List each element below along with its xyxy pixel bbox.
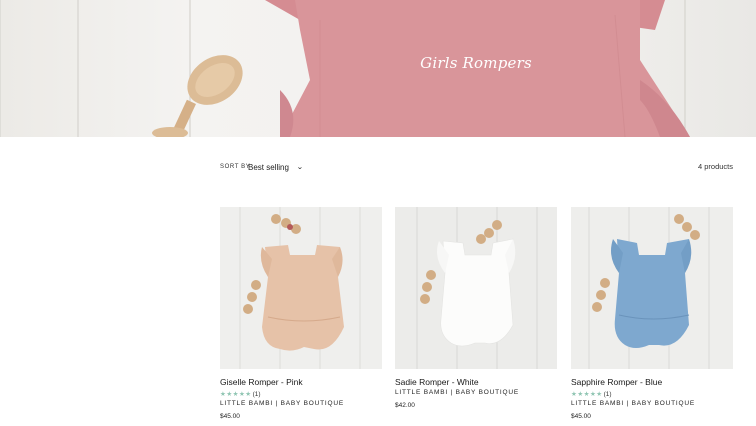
product-title[interactable]: Sapphire Romper - Blue	[571, 377, 733, 387]
review-count: (1)	[603, 390, 612, 398]
romper-pink-image	[220, 207, 382, 369]
sort-by-label: SORT BY	[220, 164, 251, 170]
sort-selected-value: Best selling	[248, 162, 289, 172]
product-rating: ★★★★★ (1)	[220, 390, 382, 399]
product-image[interactable]	[395, 207, 557, 369]
product-price: $45.00	[220, 413, 240, 420]
product-card[interactable]: Giselle Romper - Pink ★★★★★ (1) LITTLE B…	[220, 207, 382, 420]
sort-dropdown[interactable]: Best selling ⌄	[248, 160, 303, 174]
collection-toolbar: SORT BY Best selling ⌄ 4 products	[220, 160, 733, 176]
product-vendor: LITTLE BAMBI | BABY BOUTIQUE	[220, 400, 345, 407]
star-rating-icon: ★★★★★	[571, 391, 603, 398]
romper-white-image	[395, 207, 557, 369]
product-card[interactable]: Sapphire Romper - Blue ★★★★★ (1) LITTLE …	[571, 207, 733, 420]
romper-blue-image	[571, 207, 733, 369]
product-card[interactable]: Sadie Romper - White LITTLE BAMBI | BABY…	[395, 207, 557, 409]
product-vendor: LITTLE BAMBI | BABY BOUTIQUE	[571, 400, 696, 407]
product-rating: ★★★★★ (1)	[571, 390, 733, 399]
collection-hero-banner: Girls Rompers	[0, 0, 756, 137]
review-count: (1)	[252, 390, 261, 398]
product-vendor: LITTLE BAMBI | BABY BOUTIQUE	[395, 389, 520, 396]
product-image[interactable]	[220, 207, 382, 369]
star-rating-icon: ★★★★★	[220, 391, 252, 398]
product-count: 4 products	[697, 162, 733, 171]
product-price: $42.00	[395, 402, 415, 409]
product-price: $45.00	[571, 413, 591, 420]
product-title[interactable]: Sadie Romper - White	[395, 377, 557, 387]
collection-title: Girls Rompers	[420, 54, 532, 72]
chevron-down-icon: ⌄	[296, 164, 304, 171]
product-image[interactable]	[571, 207, 733, 369]
product-title[interactable]: Giselle Romper - Pink	[220, 377, 382, 387]
